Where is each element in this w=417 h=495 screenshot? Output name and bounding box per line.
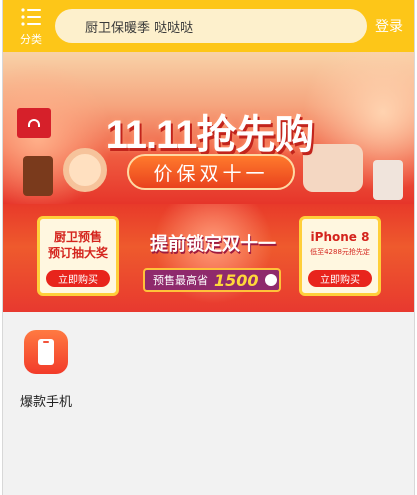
bottle-decoration bbox=[23, 156, 53, 196]
card-title-2: 预订抽大奖 bbox=[47, 246, 108, 260]
top-header: 分类 厨卫保暖季 哒哒哒 登录 bbox=[3, 0, 414, 52]
login-link[interactable]: 登录 bbox=[375, 16, 403, 36]
buy-now-button-right[interactable]: 立即购买 bbox=[308, 270, 372, 287]
box-decoration bbox=[373, 160, 403, 200]
iphone-title: iPhone 8 bbox=[310, 230, 370, 244]
arrow-dot-icon bbox=[264, 274, 277, 286]
iphone-sub: 低至4288元抢先定 bbox=[310, 248, 370, 256]
search-input[interactable]: 厨卫保暖季 哒哒哒 bbox=[55, 9, 367, 43]
category-menu-button[interactable]: 分类 bbox=[11, 4, 51, 48]
banner-headline: 11.11抢先购 bbox=[105, 113, 315, 157]
page-frame: 分类 厨卫保暖季 哒哒哒 登录 11.11抢先购 价保双十一 厨卫预售 预订抽大… bbox=[2, 0, 415, 495]
presale-card-iphone[interactable]: iPhone 8 低至4288元抢先定 立即购买 bbox=[299, 216, 381, 296]
presale-strip: 厨卫预售 预订抽大奖 立即购买 提前锁定双十一 预售最高省 1500 iPhon… bbox=[3, 204, 414, 312]
savings-amount: 1500 bbox=[214, 270, 259, 290]
card-title-1: 厨卫预售 bbox=[53, 230, 102, 244]
search-text: 厨卫保暖季 哒哒哒 bbox=[85, 20, 194, 36]
phone-icon bbox=[24, 330, 68, 374]
savings-label: 预售最高省 bbox=[153, 274, 208, 287]
presale-title: 提前锁定双十一 bbox=[150, 234, 276, 255]
menu-label: 分类 bbox=[20, 33, 42, 46]
category-label: 爆款手机 bbox=[19, 395, 72, 410]
promo-banner[interactable]: 11.11抢先购 价保双十一 bbox=[3, 52, 414, 204]
presale-card-kitchen[interactable]: 厨卫预售 预订抽大奖 立即购买 bbox=[37, 216, 119, 296]
presale-savings-bar[interactable]: 预售最高省 1500 bbox=[143, 268, 281, 292]
category-item-phones[interactable]: 爆款手机 bbox=[15, 330, 77, 410]
menu-list-icon bbox=[21, 8, 41, 26]
banner-subline: 价保双十一 bbox=[127, 154, 295, 190]
buy-now-button-left[interactable]: 立即购买 bbox=[46, 270, 110, 287]
